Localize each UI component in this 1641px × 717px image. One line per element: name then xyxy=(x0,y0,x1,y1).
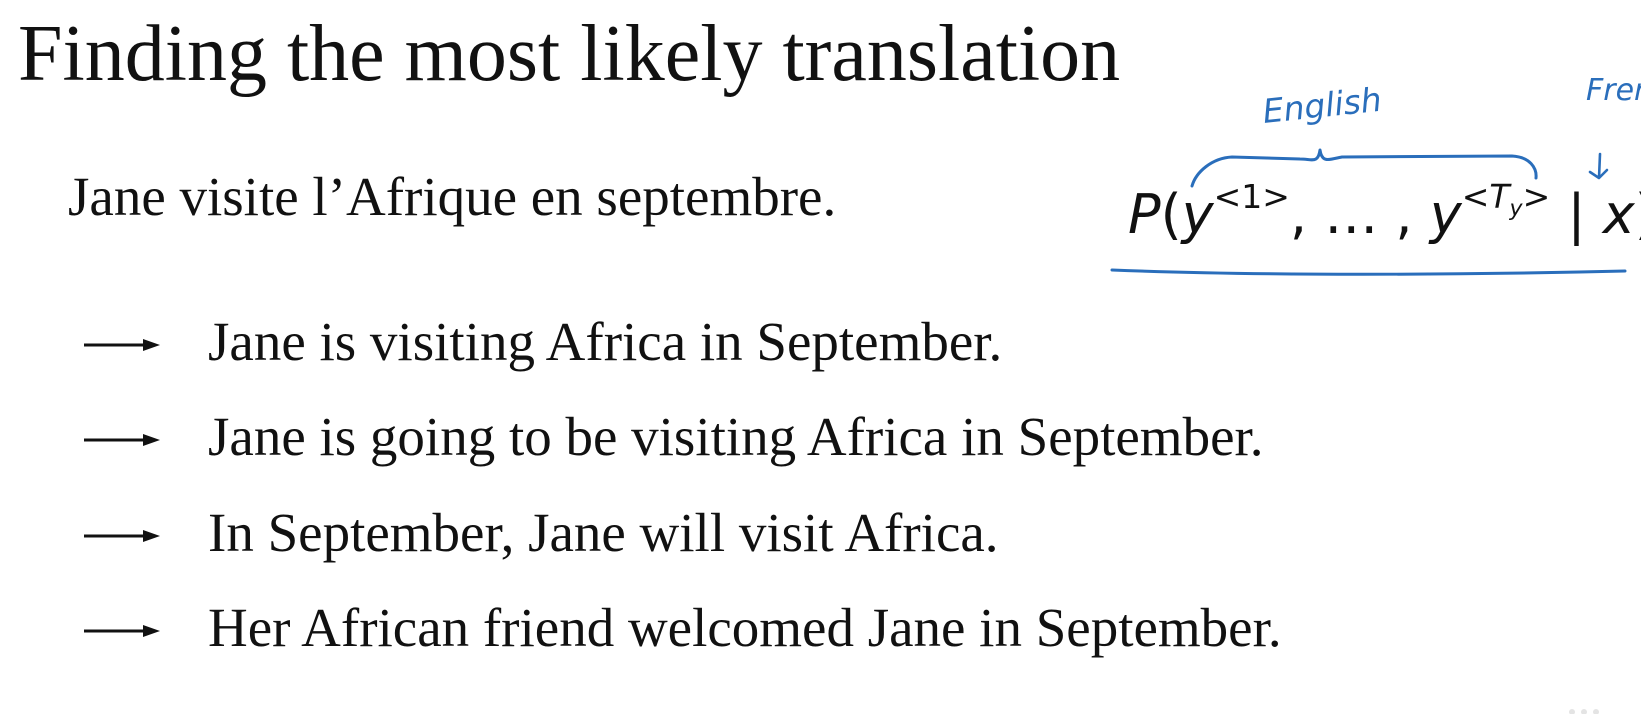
formula-yt-superscript: <Ty> xyxy=(1461,177,1551,220)
formula-given-bar: | xyxy=(1550,183,1603,246)
french-label: French xyxy=(1586,73,1641,108)
candidate-text: In September, Jane will visit Africa. xyxy=(208,502,999,563)
formula-y1-superscript: <1> xyxy=(1213,177,1290,216)
formula-x: x xyxy=(1602,183,1635,246)
formula-yt-sup-t: T xyxy=(1489,177,1510,216)
candidate-text: Jane is going to be visiting Africa in S… xyxy=(208,406,1264,467)
formula-yt-sup-close: > xyxy=(1522,177,1551,216)
formula-yt: y xyxy=(1429,183,1462,246)
formula-ellipsis: , … , xyxy=(1289,183,1430,246)
right-arrow-icon xyxy=(84,339,160,351)
right-arrow-icon xyxy=(84,530,160,542)
source-sentence: Jane visite l’Afrique en septembre. xyxy=(68,166,837,227)
candidate-item: Her African friend welcomed Jane in Sept… xyxy=(0,596,1641,666)
formula-underline xyxy=(1110,268,1627,276)
french-arrow xyxy=(1588,152,1609,180)
formula-p: P xyxy=(1128,183,1161,246)
watermark-logo xyxy=(1569,709,1599,714)
formula-open-paren: ( xyxy=(1160,183,1182,246)
candidate-text: Jane is visiting Africa in September. xyxy=(208,311,1003,372)
candidate-item: Jane is going to be visiting Africa in S… xyxy=(0,405,1641,475)
probability-formula: P(y<1>, … , y<Ty> | x) xyxy=(1128,180,1641,242)
candidate-text: Her African friend welcomed Jane in Sept… xyxy=(208,597,1282,658)
candidate-item: Jane is visiting Africa in September. xyxy=(0,310,1641,380)
slide-title: Finding the most likely translation xyxy=(18,10,1121,98)
candidate-item: In September, Jane will visit Africa. xyxy=(0,501,1641,571)
formula-y1: y xyxy=(1181,183,1214,246)
formula-yt-sup-sub: y xyxy=(1509,196,1523,222)
english-label: English xyxy=(1261,80,1384,131)
right-arrow-icon xyxy=(84,625,160,637)
right-arrow-icon xyxy=(84,434,160,446)
formula-close-paren: ) xyxy=(1635,183,1641,246)
lecture-slide: Finding the most likely translation Jane… xyxy=(0,0,1641,717)
formula-yt-sup-open: < xyxy=(1461,177,1490,216)
